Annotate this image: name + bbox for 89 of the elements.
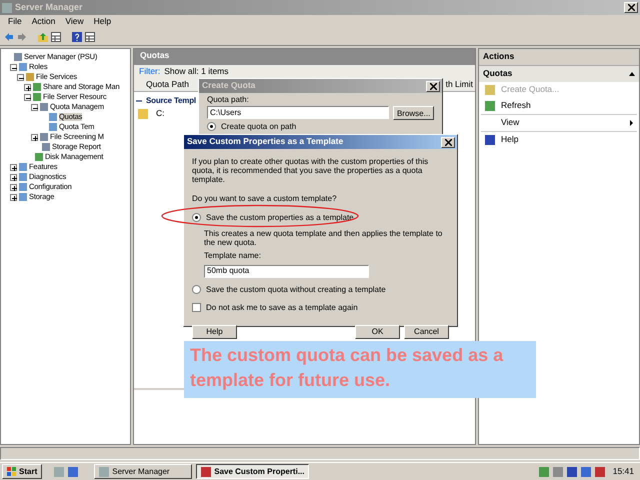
task-link[interactable]: View [481,114,637,131]
task-icon [485,100,495,111]
expander-icon[interactable] [31,134,38,140]
task-link[interactable]: Refresh [481,98,637,114]
close-button[interactable] [624,2,638,13]
tray-icon[interactable] [580,466,591,476]
expander-icon[interactable] [10,174,17,180]
expander-icon[interactable] [10,164,17,170]
expander-icon[interactable] [10,184,17,190]
checkbox-label: Do not ask me to save as a template again [206,302,358,312]
node-icon [19,183,27,191]
start-logo-icon [7,467,16,476]
option-label: Save the custom properties as a template [206,212,354,222]
menu-item[interactable]: File [8,17,22,27]
taskbar-button[interactable]: Save Custom Properti... [196,464,310,479]
question-text: Do you want to save a custom template? [192,194,338,203]
radio-button[interactable] [192,212,201,222]
window-icon [201,466,212,476]
node-icon [19,173,27,181]
expander-icon[interactable] [24,84,31,90]
dialog-title: Save Custom Properties as a Template [187,137,344,147]
field-label: Quota path: [207,95,250,104]
node-icon [40,133,48,141]
option-description: This creates a new quota template and then applies the template to the new quota. [203,228,444,248]
expander-icon[interactable] [24,94,31,100]
radio-button[interactable] [207,122,216,132]
expander-icon[interactable] [17,74,24,80]
browse-button[interactable]: Browse... [393,106,434,120]
task-link[interactable]: Help [481,130,637,148]
window-title: Server Manager [15,2,83,13]
node-icon [33,93,41,101]
node-icon [42,143,50,151]
start-button[interactable]: Start [2,464,42,479]
checkbox[interactable] [192,302,201,312]
section-title: Quotas [483,68,512,79]
expander-icon[interactable] [10,194,17,200]
tray-icon[interactable] [594,466,605,476]
field-label: Template name: [204,251,262,260]
table-cell: C: [156,109,164,120]
help-icon[interactable] [72,32,82,42]
option-label: Save the custom quota without creating a template [206,284,386,294]
template-name-field[interactable]: 50mb quota [204,264,369,278]
node-icon [49,113,57,121]
collapse-icon[interactable] [629,72,635,76]
grid-icon[interactable] [85,32,95,42]
pane-title: Quotas [134,49,475,65]
folder-icon [138,109,148,120]
node-icon [35,153,43,161]
menu-item[interactable]: Help [94,17,112,27]
node-icon [19,163,27,171]
collapse-icon[interactable] [136,98,142,104]
task-icon [485,84,495,95]
close-button[interactable] [426,80,440,92]
task-icon [485,134,495,145]
node-icon [19,193,27,201]
close-icon [430,82,436,90]
menu-item[interactable]: View [65,17,84,27]
tray-icon[interactable] [566,466,577,476]
path-field[interactable]: C:\Users [207,106,390,120]
radio-button[interactable] [192,284,201,294]
column-header[interactable]: th Limit [444,79,475,91]
intro-text: If you plan to create other quotas with the custom properties of this quota, it is recommended that you save the properties as a quota template. [192,157,430,185]
actions-section[interactable]: Quotas [479,66,639,82]
filter-link[interactable]: Filter: [139,67,160,77]
menu-item[interactable]: Action [32,17,56,27]
help-button[interactable]: Help [192,324,237,339]
expander-icon[interactable] [10,64,17,70]
node-icon [19,63,27,71]
taskbar-button[interactable]: Server Manager [94,464,192,479]
node-icon [49,123,57,131]
node-icon [40,103,48,111]
clock: 15:41 [612,466,635,476]
back-arrow-icon[interactable] [4,32,14,42]
close-icon [444,138,452,146]
caption-text: The custom quota can be saved as a template for future use. [184,341,536,398]
dialog-button[interactable]: OK [355,324,400,339]
window-icon [99,466,110,476]
grid-icon[interactable] [51,32,61,42]
node-icon [14,53,22,61]
expander-icon[interactable] [31,104,38,110]
option-label: Create quota on path [221,122,296,132]
group-label: Source Templ [146,96,196,106]
node-icon [26,73,34,81]
close-icon [628,4,634,11]
node-icon [33,83,41,91]
actions-title: Actions [479,49,639,66]
dialog-button[interactable]: Cancel [404,324,449,339]
filter-value: Show all: 1 items [164,67,228,77]
close-button[interactable] [441,136,455,148]
